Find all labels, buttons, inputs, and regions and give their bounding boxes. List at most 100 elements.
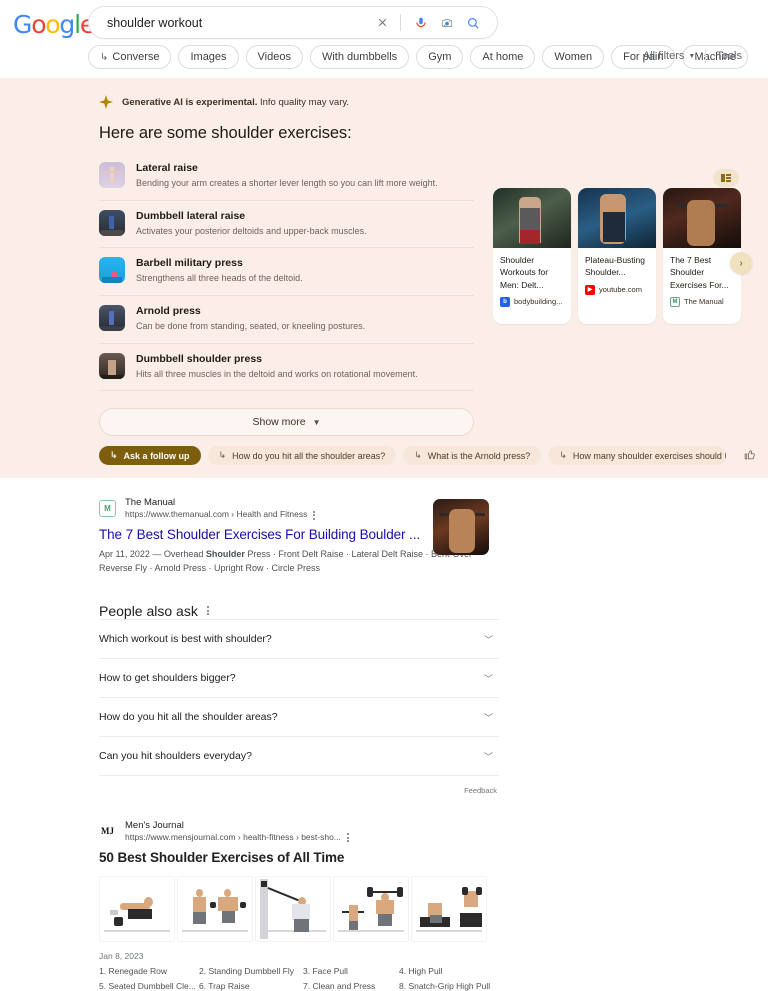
paa-question-text: How to get shoulders bigger?: [99, 672, 236, 685]
ask-a-follow-up-button[interactable]: ↳ Ask a follow up: [99, 446, 201, 465]
filter-chip-gym[interactable]: Gym: [416, 45, 464, 69]
exercise-title: Barbell military press: [136, 257, 243, 270]
sparkle-icon: [99, 95, 113, 109]
divider: [400, 14, 401, 31]
list-item: 3. Face Pull: [303, 965, 348, 976]
tools-button[interactable]: Tools: [706, 50, 752, 62]
voice-search-icon[interactable]: [409, 11, 433, 35]
result-url: https://www.mensjournal.com › health-fit…: [125, 832, 341, 843]
result-options-icon[interactable]: [346, 833, 349, 843]
thumb-up-icon[interactable]: [743, 448, 756, 464]
exercise-title: Dumbbell lateral raise: [136, 209, 246, 222]
filter-chip-converse[interactable]: ↳ Converse: [88, 45, 172, 69]
result-url-line: https://www.mensjournal.com › health-fit…: [125, 832, 349, 843]
result-strip-image[interactable]: [333, 875, 409, 942]
result-source-line[interactable]: MJ Men's Journal https://www.mensjournal…: [99, 820, 499, 844]
paa-question-text: Can you hit shoulders everyday?: [99, 750, 252, 763]
exercise-description: Bending your arm creates a shorter lever…: [136, 178, 438, 188]
feedback-icon-group: [743, 448, 768, 464]
list-layout-icon: [720, 174, 732, 182]
carousel-layout-toggle-button[interactable]: [713, 169, 739, 187]
search-submit-icon[interactable]: [461, 11, 485, 35]
result-thumbnail[interactable]: [433, 499, 489, 555]
people-also-ask-options-icon[interactable]: [206, 606, 209, 616]
result-strip-image[interactable]: [99, 875, 175, 942]
list-item[interactable]: Arnold press Can be done from standing, …: [99, 296, 474, 344]
filter-chip-label: Converse: [112, 51, 160, 63]
themanual-favicon-icon: M: [670, 296, 680, 307]
favicon-icon: M: [99, 500, 116, 517]
source-card-image: [493, 188, 571, 248]
paa-question-row[interactable]: How do you hit all the shoulder areas? ﹀: [99, 696, 499, 736]
paa-question-row[interactable]: How to get shoulders bigger? ﹀: [99, 657, 499, 697]
result-strip-image[interactable]: [255, 875, 331, 942]
filter-chip-label: Women: [554, 51, 593, 63]
exercise-title: Dumbbell shoulder press: [136, 352, 263, 365]
result-strip-image[interactable]: [411, 875, 487, 942]
corner-arrow-icon: ↳: [559, 450, 567, 460]
bodybuilding-favicon-icon: b: [500, 296, 510, 307]
list-item: 5. Seated Dumbbell Cle...: [99, 980, 196, 991]
result-strip-image[interactable]: [177, 875, 253, 942]
search-bar[interactable]: [88, 6, 498, 39]
source-card[interactable]: The 7 Best Shoulder Exercises For... M T…: [663, 188, 741, 324]
filter-chip-with-dumbbells[interactable]: With dumbbells: [309, 45, 410, 69]
exercise-thumbnail: [99, 352, 125, 379]
search-input[interactable]: [105, 14, 370, 31]
list-item[interactable]: Barbell military press Strengthens all t…: [99, 248, 474, 297]
result-url-line: https://www.themanual.com › Health and F…: [125, 509, 316, 520]
show-more-button[interactable]: Show more ▼: [99, 408, 474, 437]
source-card-body: Plateau-Busting Shoulder...: [578, 248, 656, 279]
list-item: 7. Clean and Press: [303, 980, 376, 991]
ai-disclaimer-rest: Info quality may vary.: [257, 96, 350, 108]
logo-letter: o: [31, 10, 46, 39]
source-card-image: [578, 188, 656, 248]
corner-arrow-icon: ↳: [218, 450, 227, 460]
google-logo[interactable]: Google: [13, 10, 95, 39]
list-item[interactable]: Lateral raise Bending your arm creates a…: [99, 153, 474, 201]
followup-chip[interactable]: ↳ What is the Arnold press?: [403, 446, 542, 465]
paa-question-row[interactable]: Can you hit shoulders everyday? ﹀: [99, 735, 499, 775]
search-results-list: M The Manual https://www.themanual.com ›…: [99, 497, 499, 991]
source-card-body: The 7 Best Shoulder Exercises For...: [663, 248, 741, 291]
clear-icon[interactable]: [370, 11, 394, 35]
list-item[interactable]: Dumbbell shoulder press Hits all three m…: [99, 344, 474, 392]
filter-chip-women[interactable]: Women: [542, 45, 605, 69]
favicon-icon: MJ: [99, 822, 116, 840]
all-filters-button[interactable]: All filters ▼: [633, 50, 706, 62]
source-card[interactable]: Shoulder Workouts for Men: Delt... b bod…: [493, 188, 571, 324]
search-result: MJ Men's Journal https://www.mensjournal…: [99, 820, 499, 991]
carousel-next-button[interactable]: ›: [730, 252, 752, 274]
ai-disclaimer-text: Generative AI is experimental. Info qual…: [122, 97, 349, 108]
result-url: https://www.themanual.com › Health and F…: [125, 509, 308, 520]
result-title-link[interactable]: 50 Best Shoulder Exercises of All Time: [99, 850, 499, 865]
show-more-label: Show more: [252, 416, 306, 429]
list-item: 2. Standing Dumbbell Fly: [199, 965, 294, 976]
feedback-link[interactable]: Feedback: [464, 786, 499, 795]
list-item: 6. Trap Raise: [199, 980, 250, 991]
exercise-description: Can be done from standing, seated, or kn…: [136, 321, 366, 332]
exercise-thumbnail: [99, 209, 125, 236]
filter-chip-images[interactable]: Images: [178, 45, 239, 69]
list-item[interactable]: Dumbbell lateral raise Activates your po…: [99, 201, 474, 249]
source-card-attribution: b bodybuilding...: [493, 291, 571, 307]
result-image-strip: [99, 875, 499, 942]
ai-disclaimer: Generative AI is experimental. Info qual…: [99, 95, 474, 109]
corner-arrow-icon: ↳: [100, 51, 109, 63]
lens-camera-icon[interactable]: [435, 11, 459, 35]
paa-question-row[interactable]: Which workout is best with shoulder? ﹀: [99, 618, 499, 658]
followup-label: How many shoulder exercises should I do …: [572, 450, 727, 461]
followup-chip[interactable]: ↳ How do you hit all the shoulder areas?: [207, 446, 397, 465]
filter-chip-at-home[interactable]: At home: [470, 45, 536, 69]
source-card[interactable]: Plateau-Busting Shoulder... ▶ youtube.co…: [578, 188, 656, 324]
filter-chip-videos[interactable]: Videos: [245, 45, 303, 69]
source-card-domain: The Manual: [684, 297, 724, 307]
result-options-icon[interactable]: [313, 510, 316, 520]
exercise-thumbnail: [99, 162, 125, 188]
exercise-list: Lateral raise Bending your arm creates a…: [99, 153, 474, 392]
source-card-attribution: ▶ youtube.com: [578, 279, 656, 295]
chevron-down-icon: ﹀: [483, 673, 493, 684]
ai-overview-panel: Generative AI is experimental. Info qual…: [0, 78, 768, 478]
followup-chip[interactable]: ↳ How many shoulder exercises should I d…: [548, 446, 727, 465]
paa-question-text: Which workout is best with shoulder?: [99, 633, 272, 646]
